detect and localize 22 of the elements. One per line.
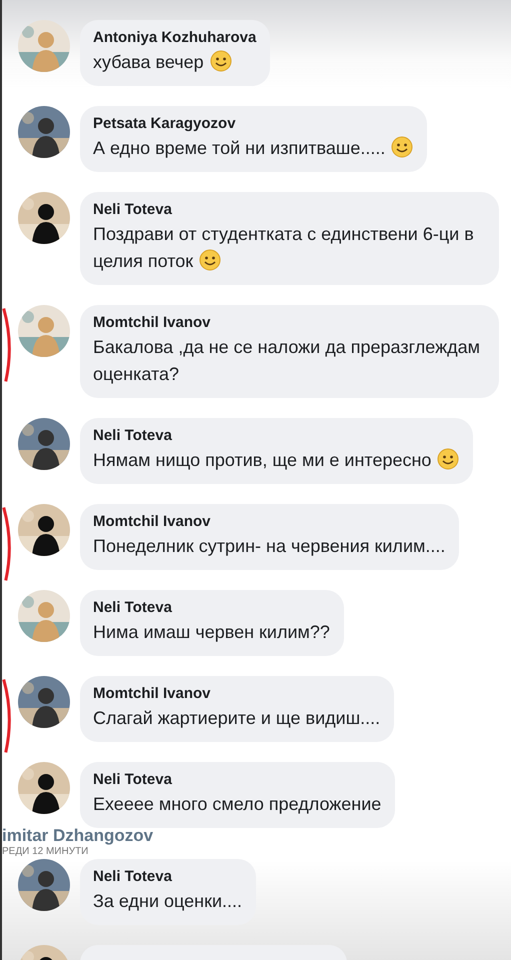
author-name[interactable]: Momtchil Ivanov	[93, 513, 446, 530]
comment-text: Понеделник сутрин- на червения килим....	[93, 535, 446, 558]
author-name[interactable]: Momtchil Ivanov	[93, 314, 485, 331]
comment-text: хубава вечер	[93, 49, 256, 76]
comment-text: А едно време той ни изпитваше.....	[93, 135, 414, 162]
comment-text: Ехееее много смело предложение	[93, 793, 382, 816]
author-name[interactable]: Neli Toteva	[93, 201, 485, 218]
story-time: РЕДИ 12 МИНУТИ	[2, 846, 90, 857]
comment-text: За едни оценки....	[93, 890, 242, 913]
comment-text: Нямам нищо против, ще ми е интересно	[93, 447, 460, 474]
comment-text: Слагай жартиерите и ще видиш....	[93, 707, 380, 730]
author-name[interactable]: Petsata Karagyozov	[93, 115, 414, 132]
author-name[interactable]: Neli Toteva	[93, 427, 460, 444]
comment-text: Поздрави от студентката с единствени 6-ци в целия поток	[93, 223, 475, 273]
author-name[interactable]: Neli Toteva	[93, 771, 382, 788]
author-name[interactable]: Momtchil Ivanov	[93, 685, 380, 702]
author-name[interactable]: Neli Toteva	[93, 599, 330, 616]
comment-text: Нима имаш червен килим??	[93, 621, 330, 644]
author-name[interactable]: Neli Toteva	[93, 868, 242, 885]
author-name[interactable]: Antoniya Kozhuharova	[93, 29, 256, 46]
story-author: imitar Dzhangozov	[2, 826, 154, 846]
comment-text: Бакалова ,да не се наложи да преразглеждам оценката?	[93, 336, 481, 386]
